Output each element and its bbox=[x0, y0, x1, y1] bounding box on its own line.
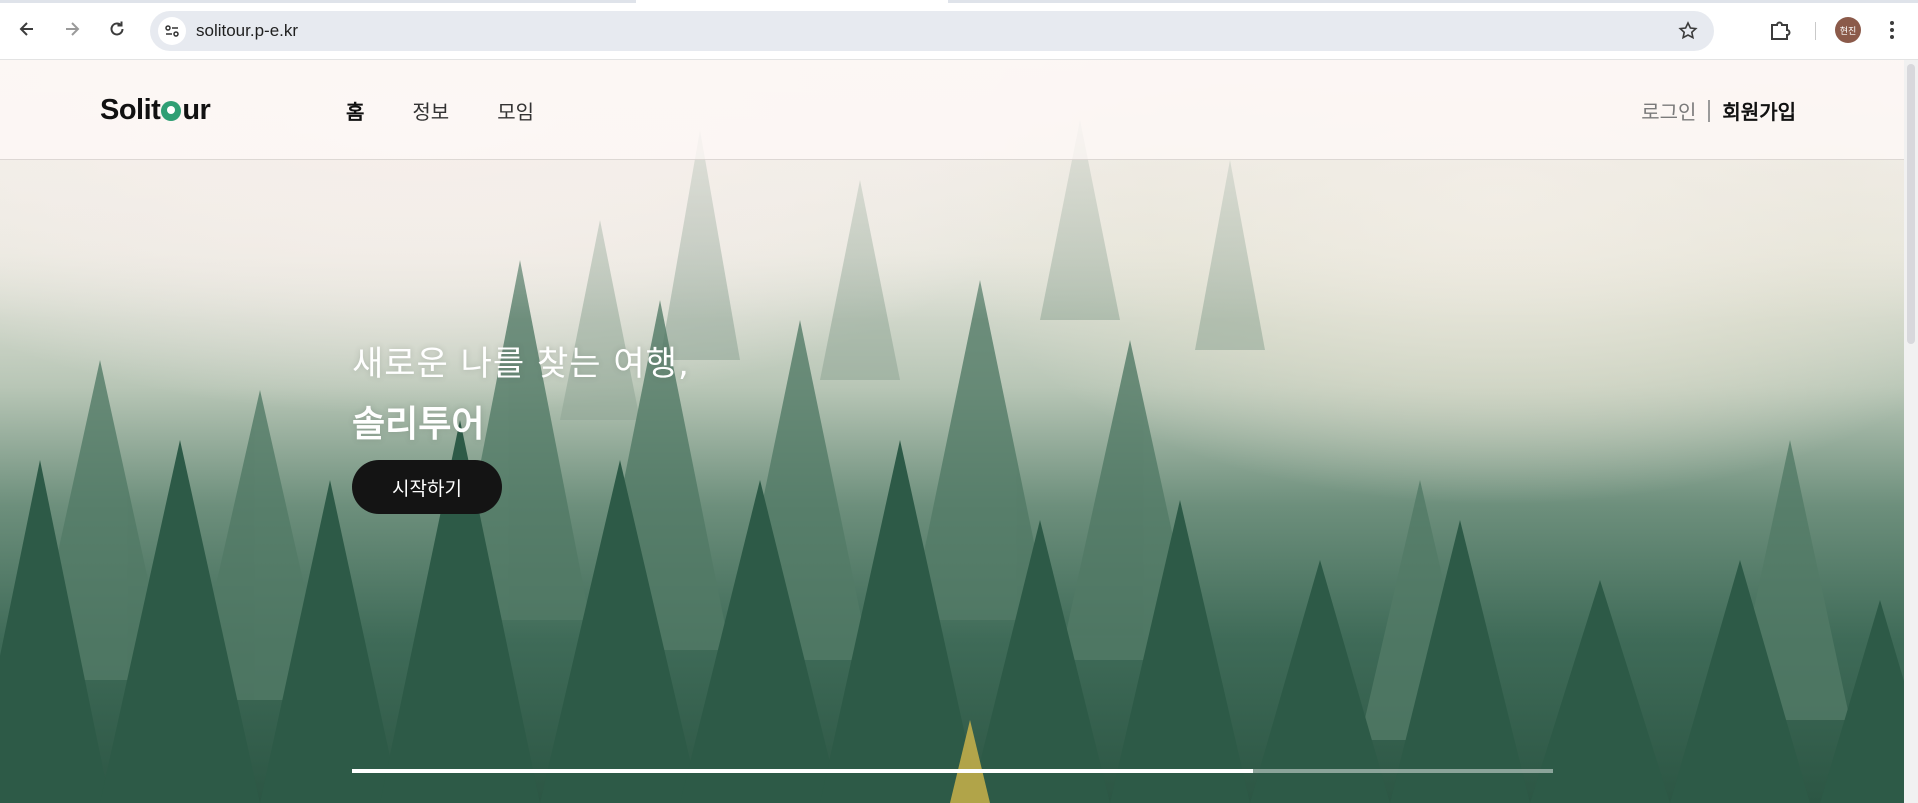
browser-toolbar: solitour.p-e.kr 현진 bbox=[0, 0, 1918, 60]
browser-menu-button[interactable] bbox=[1878, 16, 1906, 44]
auth-links: 로그인 회원가입 bbox=[1641, 96, 1796, 125]
extensions-button[interactable] bbox=[1766, 16, 1794, 44]
hero-tagline: 새로운 나를 찾는 여행, bbox=[352, 344, 690, 384]
logo-text-prefix: Solit bbox=[100, 94, 161, 126]
tab-strip-edge bbox=[0, 0, 1918, 3]
url-text[interactable]: solitour.p-e.kr bbox=[196, 21, 298, 41]
solitour-logo[interactable]: Solit ur bbox=[100, 94, 211, 127]
page-scrollbar[interactable] bbox=[1904, 60, 1918, 803]
nav-item-info[interactable]: 정보 bbox=[412, 96, 449, 125]
slide-progress-bar bbox=[352, 769, 1553, 773]
reload-icon bbox=[110, 21, 124, 36]
reload-button[interactable] bbox=[102, 14, 132, 44]
auth-divider bbox=[1708, 99, 1711, 122]
back-button[interactable] bbox=[12, 14, 42, 44]
main-nav: 홈 정보 모임 bbox=[346, 96, 582, 125]
back-arrow-icon bbox=[19, 22, 33, 36]
profile-avatar[interactable]: 현진 bbox=[1835, 17, 1861, 43]
signup-link[interactable]: 회원가입 bbox=[1722, 96, 1796, 125]
address-bar[interactable]: solitour.p-e.kr bbox=[150, 11, 1714, 51]
more-vert-icon bbox=[1890, 21, 1894, 39]
login-link[interactable]: 로그인 bbox=[1641, 96, 1696, 125]
hero-title: 솔리투어 bbox=[352, 404, 485, 445]
bookmark-button[interactable] bbox=[1676, 19, 1700, 43]
site-settings-icon bbox=[165, 25, 179, 37]
toolbar-divider bbox=[1815, 22, 1816, 40]
site-info-button[interactable] bbox=[158, 17, 186, 45]
extensions-puzzle-icon bbox=[1771, 21, 1791, 40]
slide-progress-fill bbox=[352, 769, 1253, 773]
nav-item-gathering[interactable]: 모임 bbox=[497, 96, 534, 125]
page-viewport: Solit ur 홈 정보 모임 로그인 회원가입 새로운 나를 찾는 여행, 솔… bbox=[0, 60, 1918, 803]
logo-pin-icon bbox=[161, 101, 182, 121]
forward-arrow-icon bbox=[66, 22, 80, 36]
forest-illustration bbox=[0, 60, 1904, 803]
forward-button[interactable] bbox=[57, 14, 87, 44]
nav-item-home[interactable]: 홈 bbox=[346, 96, 364, 125]
start-button[interactable]: 시작하기 bbox=[352, 460, 502, 514]
bookmark-star-icon bbox=[1678, 21, 1698, 40]
site-header: Solit ur 홈 정보 모임 로그인 회원가입 bbox=[0, 60, 1904, 160]
hero-heading: 새로운 나를 찾는 여행, 솔리투어 bbox=[352, 336, 690, 447]
logo-text-suffix: ur bbox=[182, 94, 211, 126]
scrollbar-thumb[interactable] bbox=[1907, 64, 1915, 344]
